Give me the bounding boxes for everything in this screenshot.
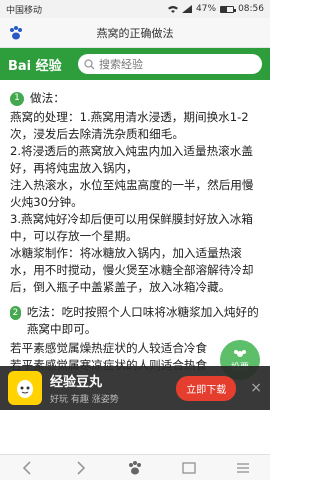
forward-icon[interactable] (71, 458, 91, 478)
step-number: 1 (10, 91, 24, 106)
search-box[interactable] (78, 54, 262, 74)
bottom-nav (0, 454, 270, 480)
signal-icon (182, 5, 193, 13)
search-input[interactable] (99, 57, 229, 71)
ad-tagline: 好玩 有趣 涨姿势 (50, 395, 119, 405)
app-logo-icon (8, 371, 42, 405)
back-icon[interactable] (17, 458, 37, 478)
home-paw-icon[interactable] (125, 458, 145, 478)
step-title: 吃法：吃时按照个人口味将冰糖浆加入炖好的燕窝中即可。 (26, 305, 259, 336)
step-paragraph: 2.将浸透后的燕窝放入炖盅内加入适量热滚水盖好，再将炖盅放入锅内， (10, 144, 253, 175)
baidu-paw-icon[interactable] (8, 25, 24, 41)
step-1: 1 做法： 燕窝的处理：1.燕窝用清水浸透，期间换水1-2次，浸发后去除清洗杂质… (10, 90, 260, 296)
app-header: 燕窝的正确做法 (0, 18, 270, 48)
flower-icon (234, 349, 246, 357)
ad-text: 经验豆丸 好玩 有趣 涨姿势 (50, 371, 168, 405)
pages-icon[interactable] (179, 458, 199, 478)
step-paragraph: 注入热滚水，水位至炖盅高度的一半，然后用慢火炖30分钟。 (10, 178, 254, 209)
step-paragraph: 燕窝的处理：1.燕窝用清水浸透，期间换水1-2次，浸发后去除清洗杂质和细毛。 (10, 110, 249, 141)
status-right: 47% 08:56 (168, 4, 264, 14)
brand-logo[interactable]: Bai 经验 (8, 55, 78, 74)
step-paragraph: 冰糖浆制作：将冰糖放入锅内，加入适量热滚水，用不时搅动，慢火煲至冰糖全部溶解待冷… (10, 246, 254, 294)
clock: 08:56 (238, 4, 264, 14)
battery-icon (220, 5, 237, 13)
search-icon (84, 58, 95, 69)
step-2-header: 2 吃法：吃时按照个人口味将冰糖浆加入炖好的燕窝中即可。 (10, 304, 260, 338)
step-1-header: 1 做法： (10, 90, 260, 107)
step-number: 2 (10, 306, 21, 320)
ad-app-name: 经验豆丸 (50, 375, 103, 390)
status-bar: 中国移动 47% 08:56 (0, 0, 270, 18)
search-row: Bai 经验 (0, 48, 270, 80)
battery-fill (221, 6, 227, 12)
page-title: 燕窝的正确做法 (96, 27, 174, 40)
step-paragraph: 3.燕窝炖好冷却后便可以用保鲜膜封好放入冰箱中，可以存放一个星期。 (10, 212, 253, 243)
close-icon[interactable]: × (250, 380, 262, 396)
brand-label: Bai 经验 (8, 58, 62, 74)
wifi-icon (168, 6, 179, 13)
battery-percent: 47% (196, 4, 217, 14)
download-button[interactable]: 立即下载 (176, 375, 237, 401)
menu-icon[interactable] (233, 458, 253, 478)
article-content: 1 做法： 燕窝的处理：1.燕窝用清水浸透，期间换水1-2次，浸发后去除清洗杂质… (0, 84, 270, 374)
app-ad-banner[interactable]: 经验豆丸 好玩 有趣 涨姿势 立即下载 × (0, 366, 270, 410)
step-title: 做法： (30, 91, 65, 105)
carrier-label: 中国移动 (6, 5, 43, 16)
